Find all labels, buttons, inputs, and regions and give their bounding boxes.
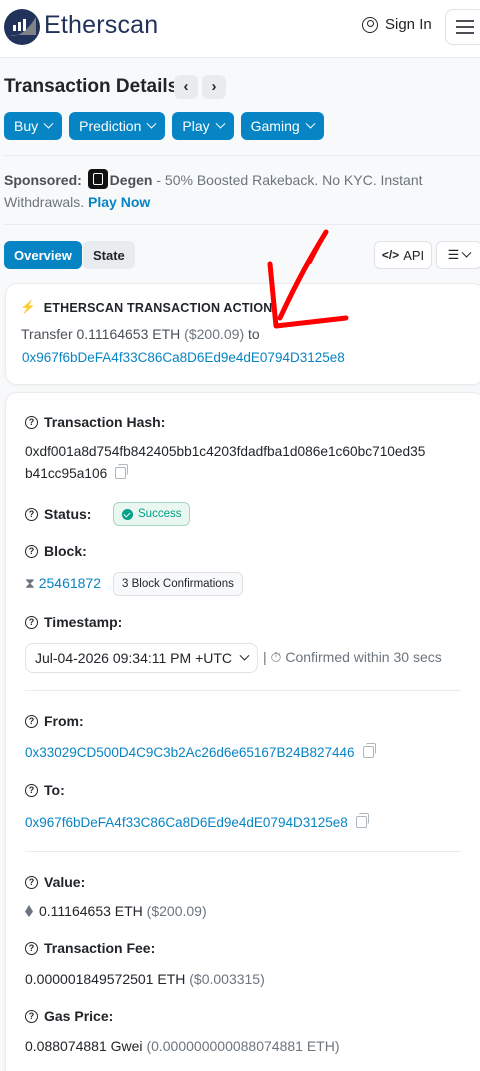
red-annotation-arrow <box>267 229 349 329</box>
